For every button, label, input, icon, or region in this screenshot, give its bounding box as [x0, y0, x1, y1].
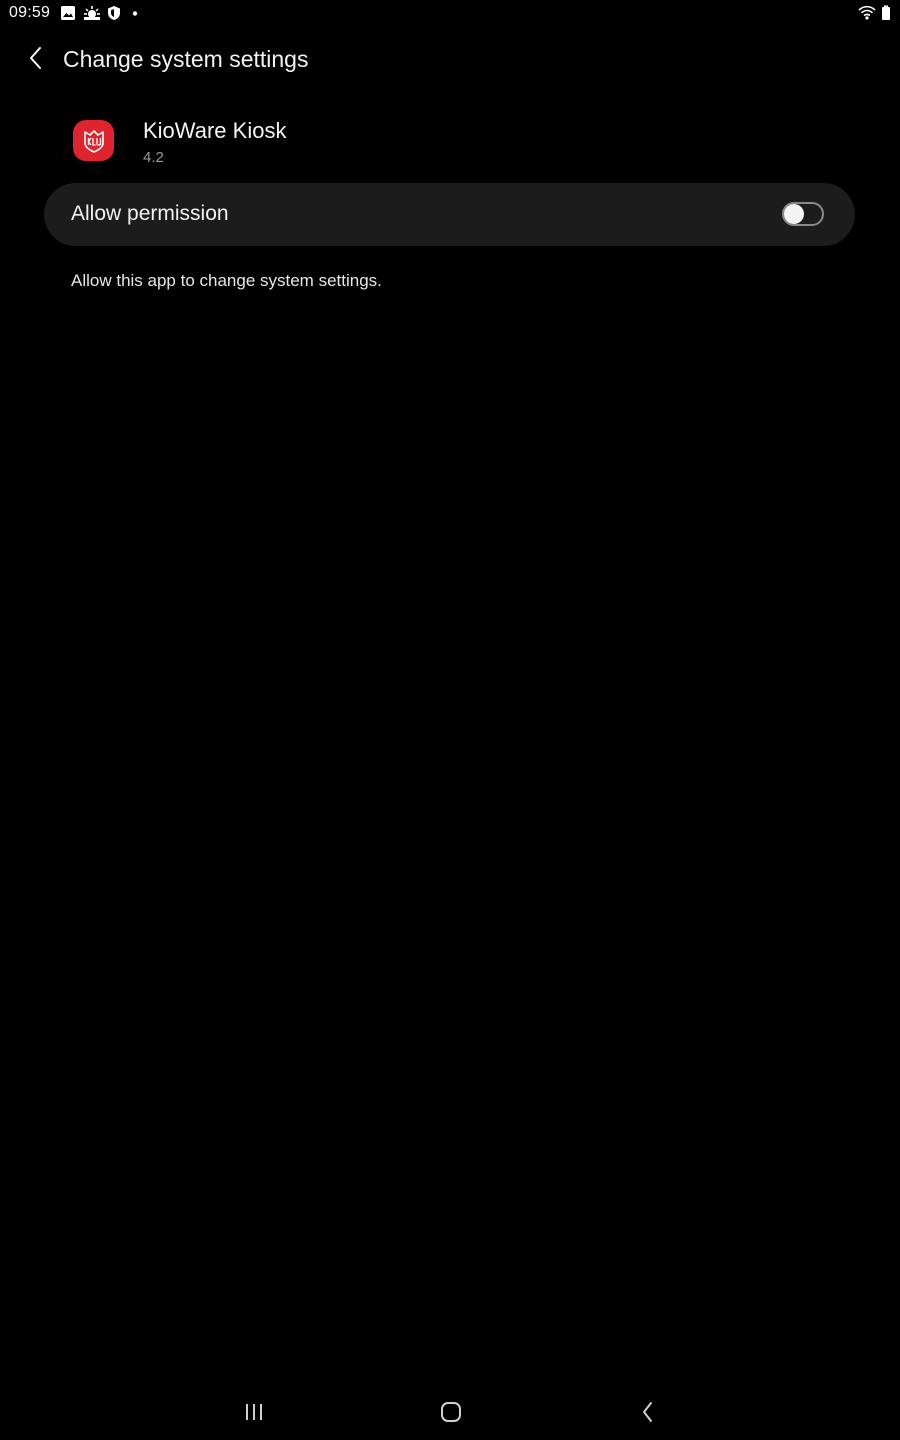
app-bar: Change system settings — [0, 36, 900, 84]
recent-apps-button[interactable] — [234, 1394, 274, 1434]
chevron-left-icon — [29, 46, 43, 75]
app-name: KioWare Kiosk — [143, 118, 287, 143]
allow-permission-toggle[interactable] — [782, 202, 824, 226]
wifi-icon — [858, 5, 876, 21]
status-time: 09:59 — [9, 4, 51, 21]
app-logo-icon — [73, 120, 114, 161]
home-icon — [440, 1401, 462, 1428]
app-info: KioWare Kiosk 4.2 — [0, 110, 900, 174]
recent-apps-icon — [244, 1402, 264, 1427]
app-version: 4.2 — [143, 149, 164, 166]
dot-icon — [131, 5, 139, 21]
navigation-bar — [0, 1386, 900, 1440]
toggle-knob — [784, 204, 804, 224]
image-icon — [60, 5, 76, 21]
home-button[interactable] — [431, 1394, 471, 1434]
allow-permission-label: Allow permission — [71, 202, 229, 225]
battery-icon — [881, 5, 891, 21]
weather-icon — [83, 5, 101, 21]
status-bar: 09:59 — [0, 0, 900, 28]
back-icon — [641, 1401, 655, 1428]
allow-permission-row[interactable]: Allow permission — [44, 183, 855, 246]
permission-description: Allow this app to change system settings… — [71, 271, 382, 290]
shield-icon — [106, 5, 122, 21]
page-title: Change system settings — [63, 46, 309, 72]
nav-back-button[interactable] — [628, 1394, 668, 1434]
back-button[interactable] — [18, 42, 54, 78]
